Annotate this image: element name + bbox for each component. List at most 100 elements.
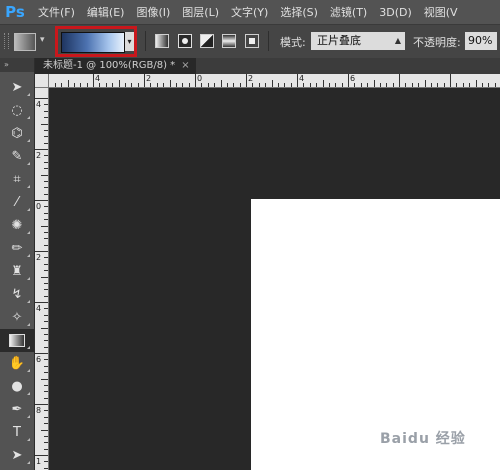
diamond-gradient-button[interactable] [245, 34, 259, 48]
blend-mode-value: 正片叠底 [317, 34, 361, 47]
menu-layer[interactable]: 图层(L) [182, 4, 219, 20]
radial-gradient-button[interactable] [178, 34, 192, 48]
menu-type[interactable]: 文字(Y) [231, 4, 268, 20]
ruler-tick [44, 333, 48, 335]
ruler-tick [233, 83, 235, 87]
ruler-tick [169, 80, 171, 87]
ruler-tick [405, 83, 407, 87]
chevron-down-icon: ▲ [394, 36, 401, 45]
ruler-label: 2 [36, 151, 42, 160]
ruler-tick [450, 74, 451, 87]
ruler-label: 2 [36, 253, 42, 262]
ruler-tick [481, 83, 483, 87]
ruler-tick [44, 340, 48, 342]
quick-selection-tool[interactable]: ✎ [0, 145, 34, 168]
gradient-editor-swatch[interactable] [61, 32, 125, 53]
ruler-label: 0 [197, 74, 203, 83]
ruler-tick [239, 83, 241, 87]
tool-preset-dropdown-icon[interactable]: ▾ [40, 35, 45, 45]
path-selection-tool[interactable]: ➤ [0, 444, 34, 467]
ruler-tick [424, 80, 426, 87]
photoshop-logo: Ps [5, 3, 25, 21]
options-bar-grip[interactable] [4, 33, 9, 49]
ruler-tick [386, 83, 388, 87]
blend-mode-select[interactable]: 正片叠底 ▲ [311, 32, 405, 50]
type-tool[interactable]: T [0, 421, 34, 444]
reflected-gradient-button[interactable] [222, 34, 236, 48]
horizontal-ruler[interactable]: 6420246 [49, 74, 500, 88]
ruler-tick [182, 83, 184, 87]
options-bar: ▾ ▾ 模式: 正片叠底 ▲ 不透明度: 90% [0, 24, 500, 59]
blur-tool[interactable]: ✋ [0, 352, 34, 375]
ruler-tick [118, 80, 120, 87]
ruler-tick [44, 391, 48, 393]
ruler-tick [44, 244, 48, 246]
menu-filter[interactable]: 滤镜(T) [330, 4, 367, 20]
healing-brush-tool[interactable]: ✺ [0, 214, 34, 237]
ruler-tick [73, 83, 75, 87]
ruler-label: 4 [36, 304, 42, 313]
ruler-label: 2 [248, 74, 254, 83]
ruler-tick [265, 83, 267, 87]
opacity-label: 不透明度: [413, 36, 461, 49]
ruler-tick [99, 83, 101, 87]
clone-stamp-tool[interactable]: ♜ [0, 260, 34, 283]
move-tool[interactable]: ➤ [0, 76, 34, 99]
ruler-tick [367, 83, 369, 87]
eraser-tool[interactable]: ✧ [0, 306, 34, 329]
ruler-tick [322, 80, 324, 87]
ruler-tick [156, 83, 158, 87]
ruler-label: 4 [299, 74, 305, 83]
ruler-tick [303, 83, 305, 87]
menu-view[interactable]: 视图(V [424, 4, 458, 20]
close-icon[interactable]: × [181, 60, 189, 71]
pen-tool[interactable]: ✒ [0, 398, 34, 421]
menu-file[interactable]: 文件(F) [38, 4, 75, 20]
ruler-tick [44, 282, 48, 284]
ruler-tick [258, 83, 260, 87]
ruler-tick [44, 321, 48, 323]
menu-edit[interactable]: 编辑(E) [87, 4, 125, 20]
linear-gradient-button[interactable] [155, 34, 169, 48]
document-tab-label: 未标题-1 @ 100%(RGB/8) * [43, 60, 176, 71]
history-brush-tool[interactable]: ↯ [0, 283, 34, 306]
ruler-tick [44, 448, 48, 450]
ruler-tick [44, 314, 48, 316]
angle-gradient-button[interactable] [200, 34, 214, 48]
ruler-tick [418, 83, 420, 87]
ruler-label: 2 [146, 74, 152, 83]
document-tab[interactable]: 未标题-1 @ 100%(RGB/8) * × [35, 58, 196, 74]
ruler-tick [341, 83, 343, 87]
ruler-tick [44, 257, 48, 259]
dodge-tool[interactable]: ● [0, 375, 34, 398]
lasso-tool[interactable]: ⌬ [0, 122, 34, 145]
brush-tool[interactable]: ✏ [0, 237, 34, 260]
eyedropper-tool[interactable]: ⁄ [0, 191, 34, 214]
ruler-tick [35, 353, 48, 354]
ruler-tick [354, 83, 356, 87]
ruler-tick [309, 83, 311, 87]
marquee-tool[interactable]: ◌ [0, 99, 34, 122]
gradient-picker-dropdown-icon[interactable]: ▾ [125, 32, 134, 51]
tools-panel-collapse[interactable]: » [0, 58, 34, 72]
ruler-tick [44, 384, 48, 386]
ruler-tick [392, 83, 394, 87]
tool-preset-picker[interactable] [14, 33, 36, 51]
menu-select[interactable]: 选择(S) [280, 4, 318, 20]
ruler-tick [54, 83, 56, 87]
gradient-tool[interactable] [0, 329, 34, 352]
ruler-tick [44, 129, 48, 131]
ruler-origin[interactable] [35, 74, 49, 88]
menu-image[interactable]: 图像(I) [136, 4, 170, 20]
vertical-ruler[interactable]: 4 2 0 2 4 6 8 1 [35, 88, 49, 470]
ruler-tick [61, 83, 63, 87]
separator [268, 31, 269, 51]
ruler-tick [44, 346, 48, 348]
ruler-tick [44, 238, 48, 240]
opacity-input[interactable]: 90% [465, 32, 497, 50]
pen-icon: ✒ [11, 402, 23, 417]
crop-tool[interactable]: ⌗ [0, 168, 34, 191]
ruler-tick [411, 83, 413, 87]
menu-3d[interactable]: 3D(D) [379, 6, 412, 19]
ruler-tick [44, 168, 48, 170]
